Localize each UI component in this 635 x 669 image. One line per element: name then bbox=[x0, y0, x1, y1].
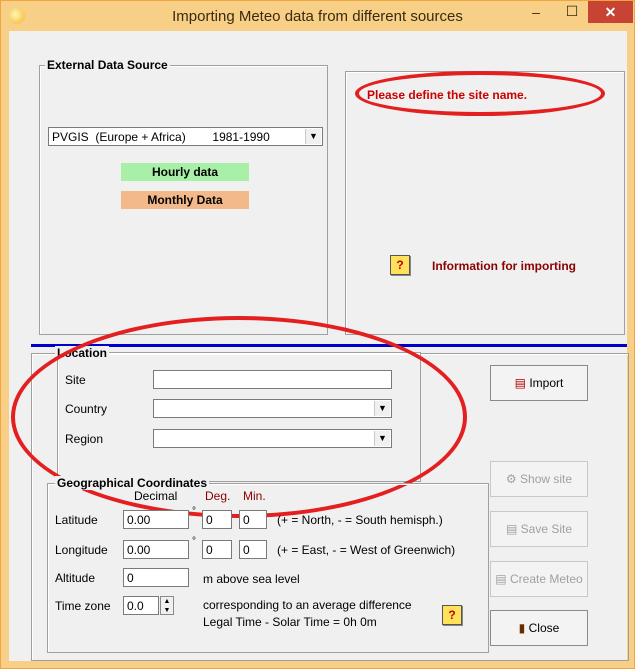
highlight-ellipse-message bbox=[355, 71, 605, 116]
longitude-decimal-input[interactable] bbox=[123, 540, 189, 559]
import-button[interactable]: ▤ Import bbox=[490, 365, 588, 401]
minimize-button[interactable]: – bbox=[521, 4, 551, 26]
info-importing-label[interactable]: Information for importing bbox=[432, 259, 576, 273]
timezone-desc-line2: Legal Time - Solar Time = 0h 0m bbox=[203, 615, 377, 629]
longitude-min-input[interactable] bbox=[239, 540, 267, 559]
save-site-button[interactable]: ▤ Save Site bbox=[490, 511, 588, 547]
close-button-label: Close bbox=[528, 621, 560, 635]
decimal-header: Decimal bbox=[134, 489, 178, 503]
source-select[interactable]: PVGIS (Europe + Africa) 1981-1990 ▼ bbox=[48, 127, 323, 146]
timezone-input[interactable] bbox=[123, 596, 159, 615]
geo-coordinates-legend: Geographical Coordinates bbox=[55, 476, 210, 490]
close-button[interactable]: ▮ Close bbox=[490, 610, 588, 646]
longitude-label: Longitude bbox=[55, 543, 108, 557]
altitude-label: Altitude bbox=[55, 571, 96, 585]
document-icon: ▤ bbox=[495, 572, 507, 586]
degree-symbol: ° bbox=[192, 506, 196, 517]
create-meteo-button-label: Create Meteo bbox=[509, 572, 583, 586]
import-icon: ▤ bbox=[514, 376, 526, 390]
latitude-label: Latitude bbox=[55, 513, 98, 527]
globe-icon: ⚙ bbox=[505, 472, 517, 486]
question-icon: ? bbox=[396, 258, 404, 272]
chevron-down-icon[interactable]: ▼ bbox=[305, 129, 321, 144]
external-source-legend: External Data Source bbox=[45, 58, 170, 72]
monthly-data-label[interactable]: Monthly Data bbox=[121, 191, 249, 209]
save-site-button-label: Save Site bbox=[520, 522, 573, 536]
hourly-data-label[interactable]: Hourly data bbox=[121, 163, 249, 181]
dialog-client-area: External Data Source PVGIS (Europe + Afr… bbox=[9, 31, 629, 661]
longitude-deg-input[interactable] bbox=[202, 540, 232, 559]
timezone-label: Time zone bbox=[55, 599, 111, 613]
title-bar[interactable]: Importing Meteo data from different sour… bbox=[1, 1, 634, 31]
import-button-label: Import bbox=[529, 376, 564, 390]
altitude-input[interactable] bbox=[123, 568, 189, 587]
main-window: Importing Meteo data from different sour… bbox=[0, 0, 635, 669]
timezone-help-button[interactable]: ? bbox=[442, 605, 462, 625]
source-select-value: PVGIS (Europe + Africa) 1981-1990 bbox=[52, 130, 270, 144]
latitude-decimal-input[interactable] bbox=[123, 510, 189, 529]
longitude-hint: (+ = East, - = West of Greenwich) bbox=[277, 543, 456, 557]
show-site-button-label: Show site bbox=[520, 472, 573, 486]
degree-symbol: ° bbox=[192, 536, 196, 547]
latitude-deg-input[interactable] bbox=[202, 510, 232, 529]
close-window-button[interactable]: ✕ bbox=[588, 1, 633, 23]
min-header: Min. bbox=[243, 489, 266, 503]
latitude-min-input[interactable] bbox=[239, 510, 267, 529]
save-icon: ▤ bbox=[505, 522, 518, 536]
show-site-button[interactable]: ⚙ Show site bbox=[490, 461, 588, 497]
latitude-hint: (+ = North, - = South hemisph.) bbox=[277, 513, 443, 527]
spin-up-icon[interactable]: ▲ bbox=[161, 597, 173, 606]
deg-header: Deg. bbox=[205, 489, 231, 503]
altitude-unit: m above sea level bbox=[203, 572, 300, 586]
door-icon: ▮ bbox=[518, 621, 526, 635]
maximize-button[interactable]: ☐ bbox=[557, 3, 587, 25]
timezone-spinner[interactable]: ▲ ▼ bbox=[160, 596, 174, 615]
question-icon: ? bbox=[448, 608, 456, 622]
create-meteo-button[interactable]: ▤ Create Meteo bbox=[490, 561, 588, 597]
timezone-desc-line1: corresponding to an average difference bbox=[203, 598, 412, 612]
spin-down-icon[interactable]: ▼ bbox=[161, 606, 173, 615]
info-help-button[interactable]: ? bbox=[390, 255, 410, 275]
